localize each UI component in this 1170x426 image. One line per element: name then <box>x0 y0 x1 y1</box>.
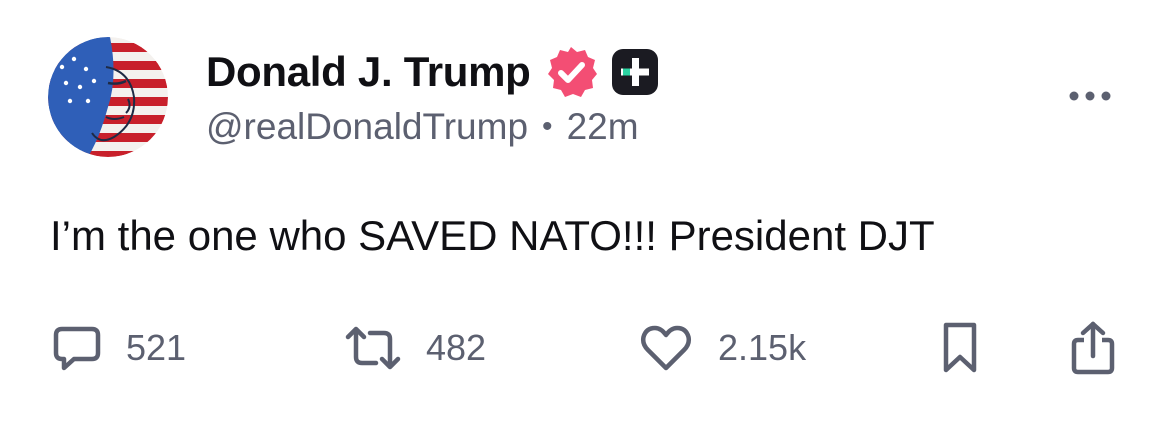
plus-badge-icon <box>611 48 659 96</box>
ellipsis-icon <box>1069 91 1111 101</box>
verified-badge-icon <box>543 44 599 100</box>
post-header: Donald J. Trump @realDonaldTrump • 22m <box>206 44 659 148</box>
post-action-bar: 521 482 2.15k <box>0 315 1170 381</box>
author-name-row: Donald J. Trump <box>206 44 659 100</box>
like-button[interactable]: 2.15k <box>640 315 806 381</box>
post-text: I’m the one who SAVED NATO!!! President … <box>50 212 935 259</box>
meta-separator: • <box>542 110 553 143</box>
heart-icon <box>640 325 692 371</box>
repost-icon <box>345 326 401 370</box>
share-icon <box>1071 321 1115 375</box>
post-timestamp[interactable]: 22m <box>567 106 639 148</box>
author-display-name[interactable]: Donald J. Trump <box>206 48 531 96</box>
bookmark-button[interactable] <box>940 315 980 381</box>
author-handle[interactable]: @realDonaldTrump <box>206 106 528 148</box>
reply-icon <box>53 326 101 371</box>
repost-button[interactable]: 482 <box>342 315 486 381</box>
repost-count: 482 <box>426 327 487 368</box>
post-meta: @realDonaldTrump • 22m <box>206 106 659 148</box>
reply-count: 521 <box>126 327 187 368</box>
reply-button[interactable]: 521 <box>52 315 186 381</box>
flag-portrait-avatar-image <box>48 37 168 157</box>
more-options-button[interactable] <box>1060 84 1120 108</box>
bookmark-icon <box>943 322 977 373</box>
avatar[interactable] <box>48 37 168 157</box>
share-button[interactable] <box>1070 315 1116 381</box>
like-count: 2.15k <box>718 327 807 368</box>
